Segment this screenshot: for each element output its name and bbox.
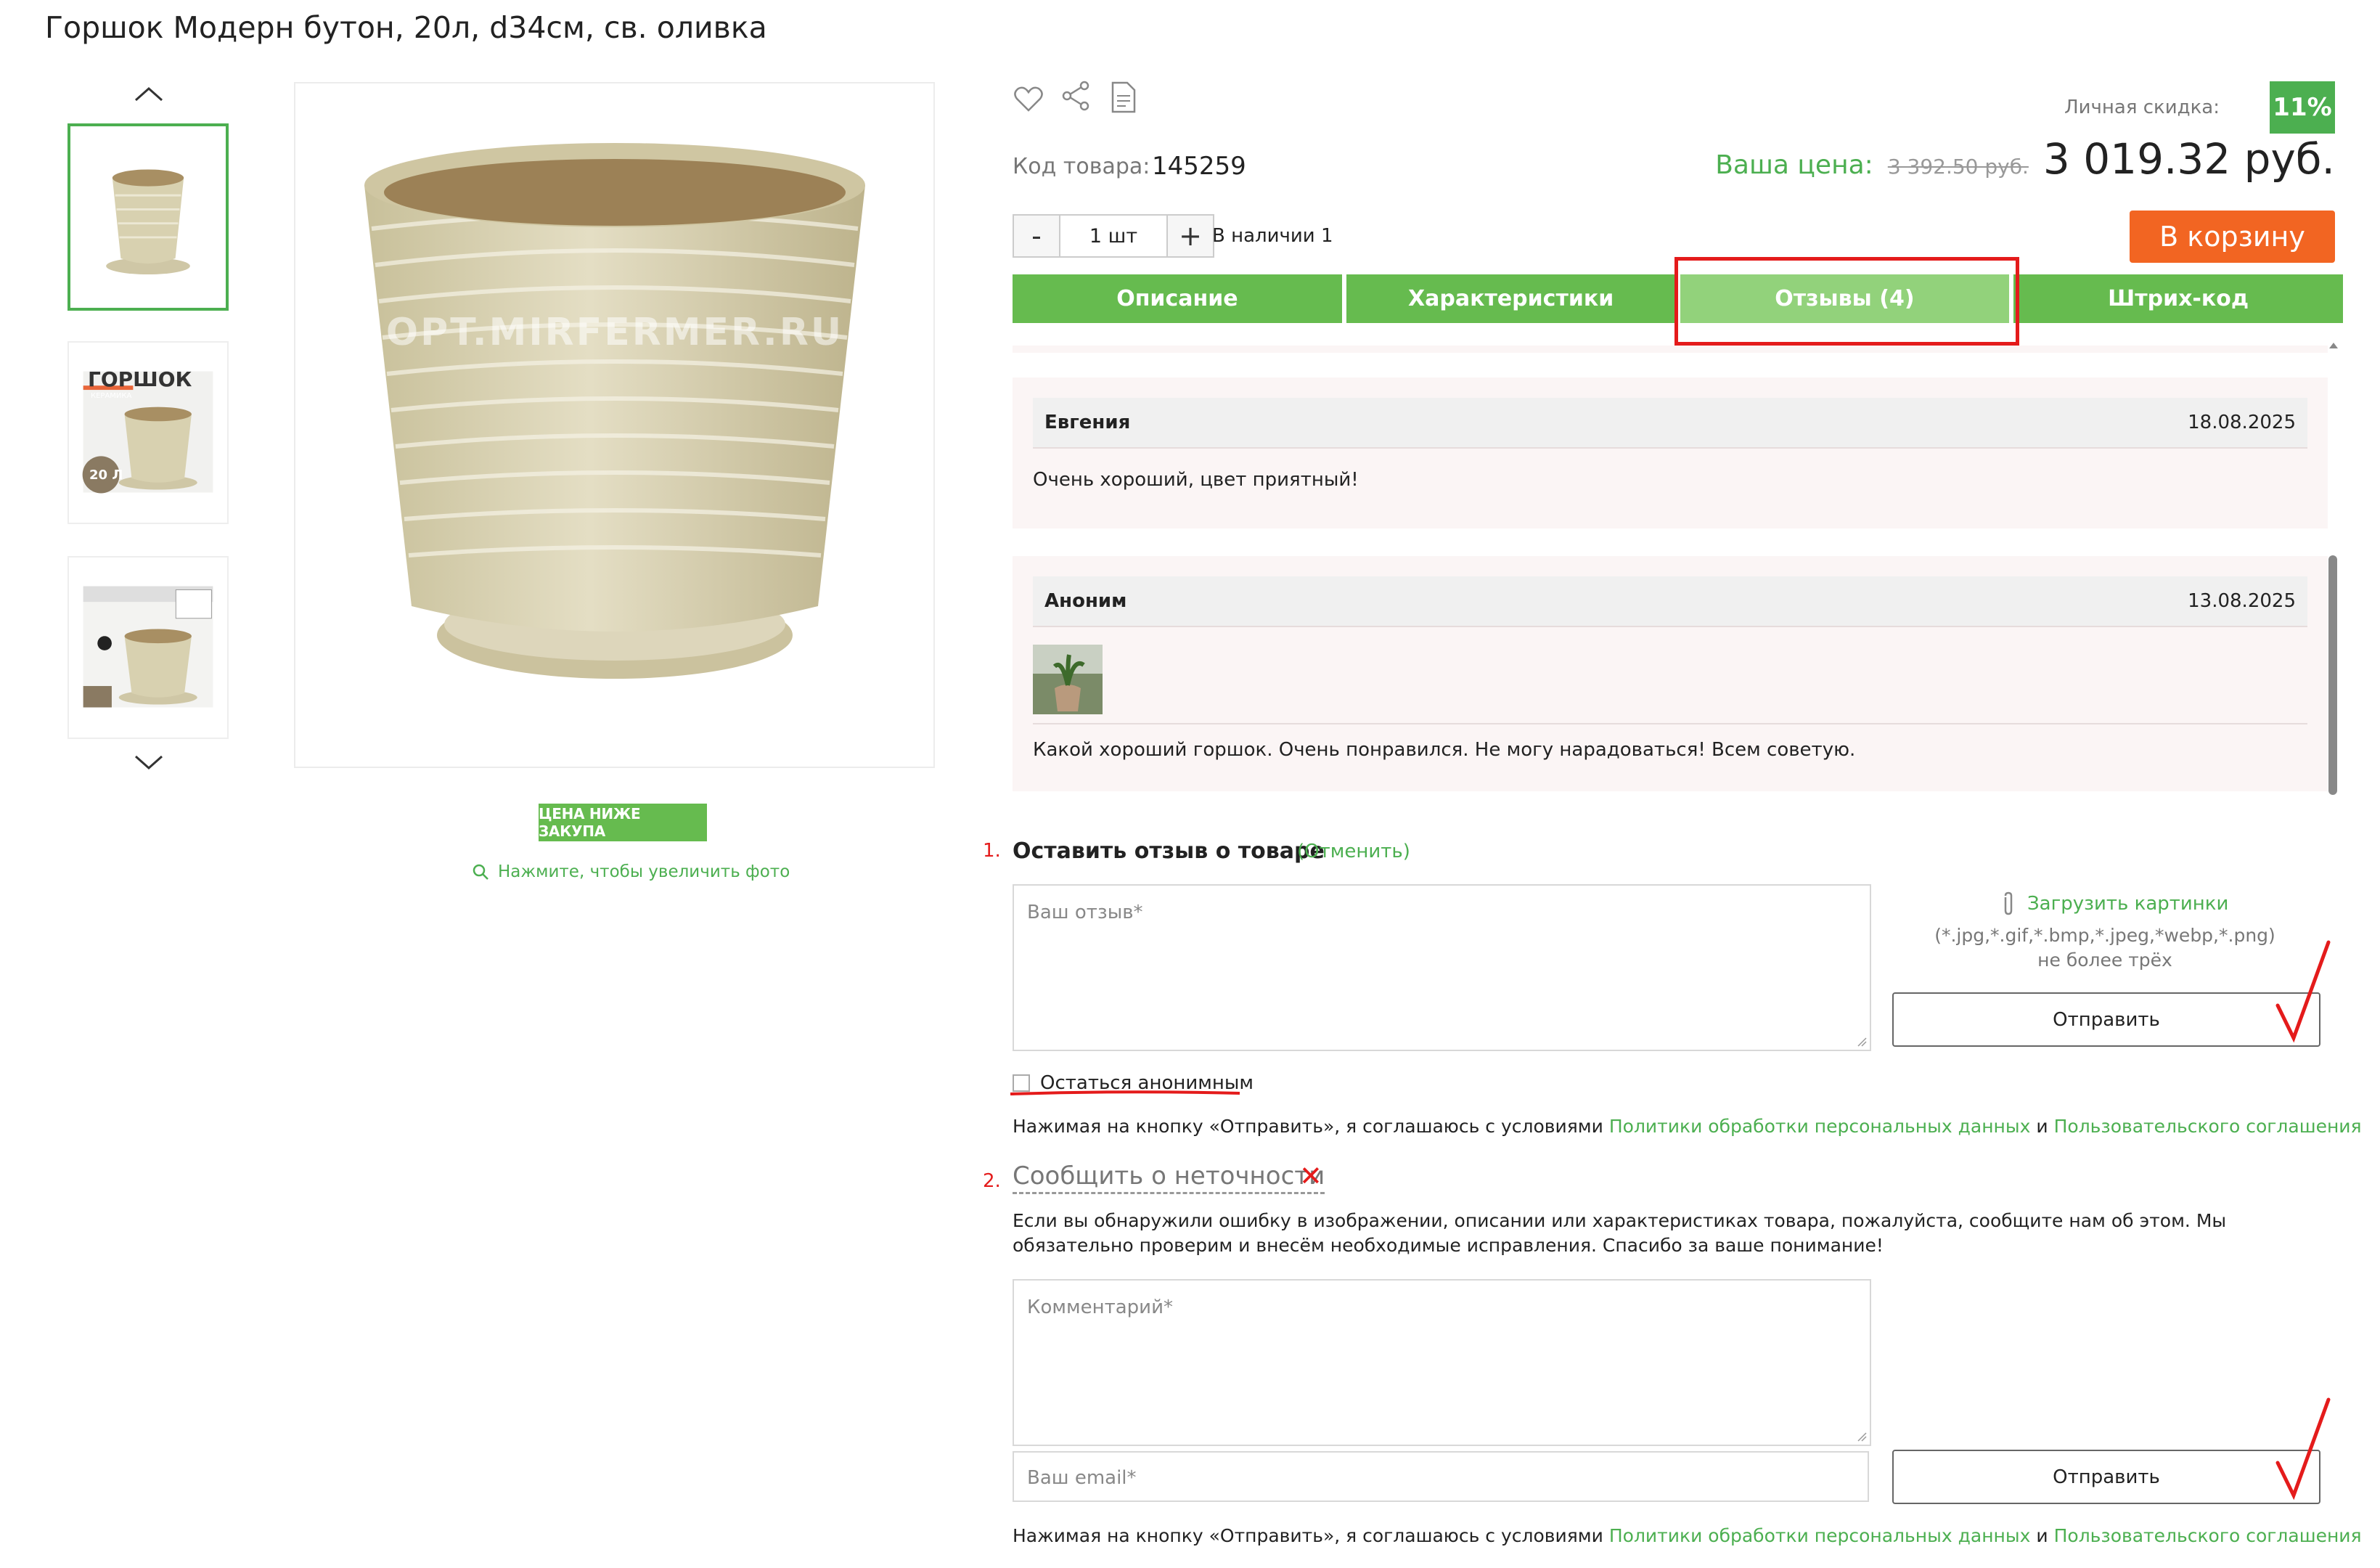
- agreement-text: Нажимая на кнопку «Отправить», я соглаша…: [1013, 1525, 1603, 1546]
- annotation-number-2: 2.: [983, 1170, 1001, 1192]
- thumbnail-1[interactable]: [68, 123, 229, 311]
- report-send-button[interactable]: Отправить: [1892, 1450, 2320, 1504]
- upload-formats: (*.jpg,*.gif,*.bmp,*.jpeg,*webp,*.png): [1934, 925, 2275, 946]
- close-icon[interactable]: ✕: [1299, 1160, 1322, 1192]
- review-date: 13.08.2025: [2188, 590, 2296, 612]
- review-agreement: Нажимая на кнопку «Отправить», я соглаша…: [1013, 1116, 2362, 1137]
- quantity-decrease-button[interactable]: -: [1014, 216, 1059, 256]
- thumbnail-2-sub: КЕРАМИКА: [91, 392, 132, 400]
- email-field[interactable]: Ваш email*: [1013, 1451, 1869, 1502]
- chevron-up-icon[interactable]: [127, 80, 171, 109]
- review-send-button[interactable]: Отправить: [1892, 992, 2320, 1047]
- zoom-hint[interactable]: Нажмите, чтобы увеличить фото: [472, 862, 790, 881]
- old-price: 3 392.50 руб.: [1887, 155, 2029, 179]
- upload-limit: не более трёх: [2037, 950, 2172, 971]
- stock-status: В наличии 1: [1212, 225, 1333, 247]
- paperclip-icon: [2004, 891, 2013, 915]
- report-inaccuracy-title[interactable]: Сообщить о неточности: [1013, 1161, 1325, 1194]
- upload-hint: (*.jpg,*.gif,*.bmp,*.jpeg,*webp,*.png) н…: [1887, 923, 2323, 973]
- review-textarea-placeholder: Ваш отзыв*: [1027, 902, 1143, 923]
- quantity-stepper: - 1 шт +: [1013, 214, 1214, 258]
- review-date: 18.08.2025: [2188, 412, 2296, 433]
- reviews-scrollbar[interactable]: [2328, 555, 2337, 795]
- user-agreement-link[interactable]: Пользовательского соглашения: [2054, 1525, 2362, 1546]
- user-agreement-link[interactable]: Пользовательского соглашения: [2054, 1116, 2362, 1137]
- sku-label: Код товара:: [1013, 154, 1150, 179]
- comment-textarea[interactable]: Комментарий*: [1013, 1279, 1871, 1446]
- review-author: Аноним: [1044, 590, 1127, 612]
- scroll-up-icon[interactable]: [2328, 341, 2339, 350]
- chevron-down-icon[interactable]: [127, 748, 171, 777]
- add-to-cart-button[interactable]: В корзину: [2130, 211, 2335, 263]
- annotation-checkmark: [2275, 940, 2331, 1043]
- heart-icon[interactable]: [1011, 81, 1046, 116]
- price-block: Ваша цена: 3 392.50 руб. 3 019.32 руб.: [1715, 134, 2335, 184]
- agreement-text: Нажимая на кнопку «Отправить», я соглаша…: [1013, 1116, 1603, 1137]
- resize-handle-icon[interactable]: [1857, 1432, 1867, 1442]
- price-label: Ваша цена:: [1715, 150, 1873, 180]
- email-placeholder: Ваш email*: [1027, 1467, 1137, 1489]
- agreement-and: и: [2036, 1525, 2048, 1546]
- thumbnail-2-label: ГОРШОК: [88, 367, 192, 391]
- review-header: Аноним 13.08.2025: [1033, 576, 2307, 626]
- search-icon: [473, 864, 488, 880]
- resize-handle-icon[interactable]: [1857, 1037, 1867, 1047]
- review-item: Евгения 18.08.2025 Очень хороший, цвет п…: [1013, 377, 2328, 528]
- discount-badge: 11%: [2270, 81, 2335, 134]
- review-cancel-link[interactable]: (Отменить): [1297, 841, 1410, 862]
- comment-placeholder: Комментарий*: [1027, 1297, 1173, 1318]
- current-price: 3 019.32 руб.: [2042, 134, 2335, 184]
- review-author: Евгения: [1044, 412, 1131, 433]
- annotation-underline: [1010, 1090, 1240, 1095]
- review-header: Евгения 18.08.2025: [1033, 398, 2307, 447]
- review-text: Какой хороший горшок. Очень понравился. …: [1033, 739, 1856, 761]
- price-promo-badge: ЦЕНА НИЖЕ ЗАКУПА: [539, 804, 707, 841]
- sku-value: 145259: [1152, 152, 1246, 181]
- reviews-list: Евгения 18.08.2025 Очень хороший, цвет п…: [1013, 346, 2328, 791]
- share-icon[interactable]: [1058, 78, 1093, 113]
- thumbnail-3[interactable]: [68, 556, 229, 739]
- product-title: Горшок Модерн бутон, 20л, d34см, св. оли…: [45, 10, 767, 45]
- main-product-image[interactable]: OPT.MIRFERMER.RU: [294, 82, 935, 768]
- privacy-policy-link[interactable]: Политики обработки персональных данных: [1609, 1525, 2031, 1546]
- discount-label: Личная скидка:: [2064, 97, 2220, 118]
- review-photo[interactable]: [1033, 645, 1103, 714]
- image-watermark: OPT.MIRFERMER.RU: [386, 311, 843, 354]
- upload-images-label: Загрузить картинки: [2027, 893, 2229, 915]
- thumbnail-2-volume: 20 Л: [89, 467, 123, 483]
- tab-description[interactable]: Описание: [1013, 274, 1342, 323]
- tab-characteristics[interactable]: Характеристики: [1346, 274, 1676, 323]
- annotation-number-1: 1.: [983, 840, 1001, 862]
- quantity-input[interactable]: 1 шт: [1059, 216, 1168, 256]
- review-item: Аноним 13.08.2025 Какой хороший горшок. …: [1013, 556, 2328, 791]
- quantity-increase-button[interactable]: +: [1168, 216, 1213, 256]
- annotation-checkmark: [2275, 1397, 2331, 1500]
- thumbnail-2[interactable]: ГОРШОК КЕРАМИКА 20 Л: [68, 341, 229, 524]
- review-textarea[interactable]: Ваш отзыв*: [1013, 884, 1871, 1051]
- review-form-title: Оставить отзыв о товаре: [1013, 838, 1325, 864]
- zoom-hint-label: Нажмите, чтобы увеличить фото: [498, 862, 790, 881]
- report-description: Если вы обнаружили ошибку в изображении,…: [1013, 1210, 2227, 1256]
- report-agreement: Нажимая на кнопку «Отправить», я соглаша…: [1013, 1525, 2362, 1546]
- review-text: Очень хороший, цвет приятный!: [1033, 469, 1359, 491]
- privacy-policy-link[interactable]: Политики обработки персональных данных: [1609, 1116, 2031, 1137]
- upload-images-link[interactable]: Загрузить картинки: [2000, 891, 2228, 916]
- document-icon[interactable]: [1105, 80, 1140, 115]
- agreement-and: и: [2036, 1116, 2048, 1137]
- annotation-highlight-box: [1674, 257, 2019, 346]
- tab-barcode[interactable]: Штрих-код: [2013, 274, 2343, 323]
